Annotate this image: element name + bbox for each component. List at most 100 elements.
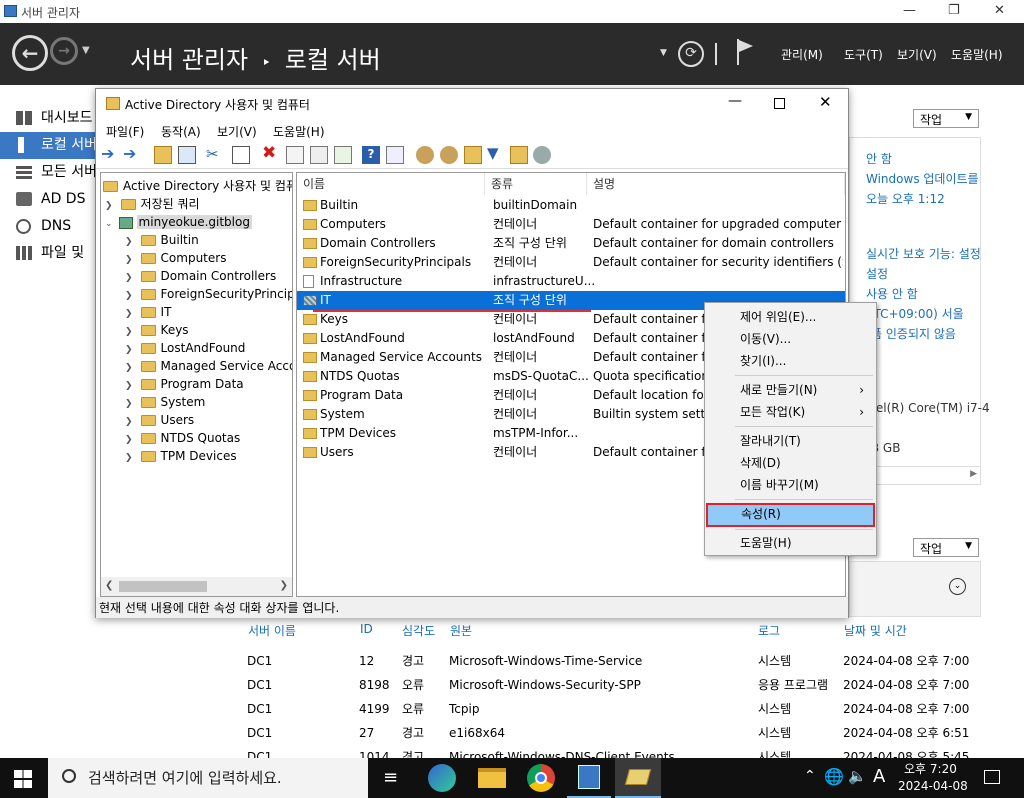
col-name[interactable]: 이름	[297, 173, 485, 195]
back-arrow-icon[interactable]: ➔	[101, 144, 114, 163]
filter-icon[interactable]: ▼	[487, 144, 499, 162]
dropdown-icon[interactable]: ▼	[660, 48, 667, 58]
new-ou-icon[interactable]	[464, 146, 482, 164]
close-button[interactable]: ✕	[994, 3, 1005, 18]
tree-item-fsp[interactable]: ❯ForeignSecurityPrincipals	[125, 285, 292, 303]
table-row[interactable]: DC1 27 경고 e1i68x64 시스템 2024-04-08 오후 6:51	[246, 721, 1024, 745]
tree-item-tpm-devices[interactable]: ❯ TPM Devices	[125, 447, 237, 465]
windows-start-icon[interactable]	[14, 770, 32, 788]
console-icon[interactable]	[386, 146, 404, 164]
delete-icon[interactable]: ✖	[262, 143, 276, 163]
taskbar-search-input[interactable]: 검색하려면 여기에 입력하세요.	[48, 758, 368, 798]
notification-center-icon[interactable]	[984, 770, 1000, 784]
ad-menu-file[interactable]: 파일(F)	[106, 123, 144, 140]
tree-item-it[interactable]: ❯ IT	[125, 303, 171, 321]
prop-value[interactable]: 안 함	[866, 150, 892, 167]
tree-item-system[interactable]: ❯ System	[125, 393, 205, 411]
forward-arrow-icon[interactable]: ➔	[123, 144, 136, 163]
clock-time[interactable]: 오후 7:20	[904, 760, 957, 777]
events-col-severity[interactable]: 심각도	[402, 622, 435, 639]
tree-item-keys[interactable]: ❯ Keys	[125, 321, 189, 339]
prop-value[interactable]: 오늘 오후 1:12	[866, 190, 945, 207]
notifications-flag-icon[interactable]	[737, 39, 753, 65]
delegate-icon[interactable]	[533, 146, 551, 164]
table-row[interactable]: DC1 4199 오류 Tcpip 시스템 2024-04-08 오후 7:00	[246, 697, 1024, 721]
properties-icon[interactable]	[286, 146, 304, 164]
events-col-id[interactable]: ID	[360, 622, 373, 636]
volume-muted-icon[interactable]: 🔈	[848, 767, 867, 785]
task-view-icon[interactable]: ≡	[383, 767, 398, 788]
col-desc[interactable]: 설명	[587, 173, 845, 195]
list-item[interactable]: ForeignSecurityPrincipals 컨테이너 Default con…	[297, 253, 845, 272]
tree-item-msa[interactable]: ❯Managed Service Accounts	[125, 357, 292, 375]
ad-minimize-button[interactable]: —	[728, 93, 742, 109]
tree-horizontal-scrollbar[interactable]: ❮ ❯	[101, 577, 292, 596]
events-col-datetime[interactable]: 날짜 및 시간	[844, 622, 907, 639]
breadcrumb-root[interactable]: 서버 관리자	[130, 46, 248, 74]
new-user-icon[interactable]	[416, 146, 434, 164]
up-folder-icon[interactable]	[154, 146, 172, 164]
tree-item-ntds-quotas[interactable]: ❯ NTDS Quotas	[125, 429, 240, 447]
expand-chevron-icon[interactable]: ⌄	[949, 578, 966, 595]
menu-cut[interactable]: 잘라내기(T)	[707, 430, 874, 452]
menu-properties[interactable]: 속성(R)	[706, 503, 875, 527]
help-icon[interactable]: ?	[362, 146, 380, 164]
nav-file-storage[interactable]: 파일 및 저장소 서비스	[0, 240, 95, 267]
menu-move[interactable]: 이동(V)...	[707, 328, 874, 350]
ad-taskbar-icon[interactable]	[615, 758, 661, 798]
events-col-source[interactable]: 원본	[450, 622, 472, 639]
menu-delegate-control[interactable]: 제어 위임(E)...	[707, 306, 874, 328]
menu-new[interactable]: 새로 만들기(N) ›	[707, 379, 874, 401]
tree-domain[interactable]: ⌄ minyeokue.gitblog	[105, 213, 252, 231]
server-manager-taskbar-icon[interactable]	[567, 758, 611, 798]
tree-item-computers[interactable]: ❯ Computers	[125, 249, 226, 267]
edge-icon[interactable]	[428, 764, 456, 792]
minimize-button[interactable]: —	[903, 3, 916, 18]
ad-menu-action[interactable]: 동작(A)	[161, 123, 201, 140]
show-tree-icon[interactable]	[178, 146, 196, 164]
refresh-icon[interactable]	[310, 146, 328, 164]
tasks-button[interactable]: 작업 ▼	[913, 109, 979, 128]
export-icon[interactable]	[334, 146, 352, 164]
ad-maximize-button[interactable]	[774, 98, 785, 109]
clock-date[interactable]: 2024-04-08	[898, 779, 968, 793]
tree-saved-queries[interactable]: ❯ 저장된 쿼리	[105, 195, 200, 213]
menu-rename[interactable]: 이름 바꾸기(M)	[707, 474, 874, 496]
prop-value[interactable]: 사용 안 함	[866, 285, 918, 302]
menu-find[interactable]: 찾기(I)...	[707, 350, 874, 372]
forward-button[interactable]: →	[50, 37, 78, 65]
network-icon[interactable]: 🌐	[824, 767, 844, 786]
table-row[interactable]: DC1 8198 오류 Microsoft-Windows-Security-SPP 응…	[246, 673, 1024, 697]
ime-indicator[interactable]: A	[873, 766, 885, 787]
ad-close-button[interactable]: ✕	[819, 93, 832, 111]
events-col-server[interactable]: 서버 이름	[248, 622, 296, 639]
refresh-icon[interactable]: ⟳	[678, 41, 704, 67]
menu-help[interactable]: 도움말(H)	[951, 46, 1003, 63]
menu-view[interactable]: 보기(V)	[897, 46, 937, 63]
copy-icon[interactable]	[232, 146, 250, 164]
prop-value[interactable]: 실시간 보호 기능: 설정	[866, 245, 980, 262]
events-col-log[interactable]: 로그	[758, 622, 780, 639]
list-item[interactable]: Builtin builtinDomain	[297, 196, 845, 215]
list-item[interactable]: Infrastructure infrastructureU...	[297, 272, 845, 291]
prop-value[interactable]: 설정	[866, 265, 888, 282]
menu-all-tasks[interactable]: 모든 작업(K) ›	[707, 401, 874, 423]
menu-tools[interactable]: 도구(T)	[844, 46, 883, 63]
cut-icon[interactable]: ✂	[206, 145, 219, 163]
tree-root[interactable]: Active Directory 사용자 및 컴퓨터	[103, 177, 292, 195]
history-dropdown-icon[interactable]: ▼	[82, 45, 90, 56]
file-explorer-icon[interactable]	[478, 768, 506, 788]
ad-menu-help[interactable]: 도움말(H)	[273, 123, 325, 140]
menu-help[interactable]: 도움말(H)	[707, 532, 874, 554]
table-row[interactable]: DC1 1014 경고 Microsoft-Windows-DNS-Client Ev…	[246, 745, 1024, 758]
tree-item-users[interactable]: ❯ Users	[125, 411, 194, 429]
back-button[interactable]: ←	[12, 35, 48, 71]
menu-manage[interactable]: 관리(M)	[781, 46, 823, 63]
tree-item-program-data[interactable]: ❯ Program Data	[125, 375, 244, 393]
tree-item-domain-controllers[interactable]: ❯ Domain Controllers	[125, 267, 276, 285]
tasks-button-2[interactable]: 작업 ▼	[913, 538, 979, 557]
ad-menu-view[interactable]: 보기(V)	[217, 123, 257, 140]
table-row[interactable]: DC1 12 경고 Microsoft-Windows-Time-Service 시스템…	[246, 649, 1024, 673]
list-item[interactable]: Domain Controllers 조직 구성 단위 Default contai…	[297, 234, 845, 253]
add-to-group-icon[interactable]	[510, 146, 528, 164]
